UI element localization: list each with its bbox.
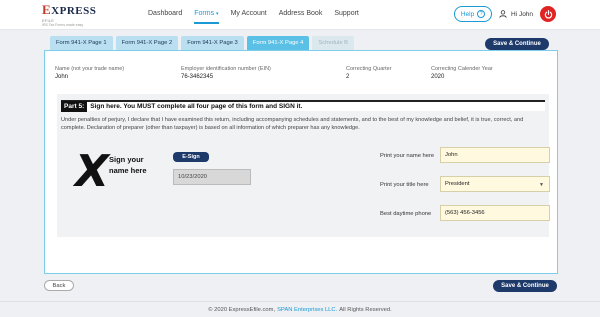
save-continue-button-top[interactable]: Save & Continue	[485, 38, 549, 50]
form-tabs: Form 941-X Page 1 Form 941-X Page 2 Form…	[50, 36, 355, 50]
perjury-statement: Under penalties of perjury, I declare th…	[61, 117, 524, 131]
info-name: Name (not your trade name) John	[55, 66, 124, 80]
save-continue-button-bottom[interactable]: Save & Continue	[493, 280, 557, 292]
question-icon: ?	[477, 10, 486, 18]
e-sign-button[interactable]: E-Sign	[173, 152, 209, 162]
info-ein-value: 76-3462345	[181, 74, 214, 80]
footer-copyright: © 2020 ExpressEfile.com,	[208, 306, 276, 313]
footer-company-link[interactable]: SPAN Enterprises LLC.	[277, 307, 337, 313]
user-menu[interactable]: Hi John	[499, 10, 533, 18]
daytime-phone-label: Best daytime phone	[380, 211, 432, 217]
nav-dashboard[interactable]: Dashboard	[148, 10, 182, 24]
daytime-phone-input[interactable]: (563) 456-3456	[440, 205, 550, 221]
nav-my-account[interactable]: My Account	[231, 10, 267, 24]
info-quarter-value: 2	[346, 74, 350, 80]
top-bar: EXPRESS EFILE IRS Tax Forms made easy Da…	[0, 0, 600, 30]
part5-section: Part 5: Sign here. You MUST complete all…	[57, 94, 550, 237]
nav-forms-label: Forms	[194, 10, 215, 17]
tab-page-1[interactable]: Form 941-X Page 1	[50, 36, 113, 50]
print-title-label: Print your title here	[380, 182, 429, 188]
tab-page-3[interactable]: Form 941-X Page 3	[181, 36, 244, 50]
info-quarter-label: Correcting Quarter	[346, 66, 392, 72]
help-button[interactable]: Help ?	[454, 6, 492, 22]
print-title-select[interactable]: President ▼	[440, 176, 550, 192]
info-name-label: Name (not your trade name)	[55, 66, 125, 72]
info-year-label: Correcting Calender Year	[431, 66, 493, 72]
dropdown-caret-icon: ▼	[539, 182, 544, 188]
sign-date-field: 10/23/2020	[173, 169, 251, 185]
back-button[interactable]: Back	[44, 280, 74, 291]
part5-label: Part 5:	[61, 101, 88, 112]
print-title-value: President	[445, 181, 470, 187]
tab-page-2[interactable]: Form 941-X Page 2	[115, 36, 179, 50]
sign-x-mark: X	[75, 146, 109, 197]
tab-page-4[interactable]: Form 941-X Page 4	[246, 36, 310, 50]
nav-support[interactable]: Support	[334, 10, 359, 24]
info-ein-label: Employer identification number (EIN)	[181, 66, 271, 72]
user-icon	[499, 10, 507, 18]
footer: © 2020 ExpressEfile.com, SPAN Enterprise…	[0, 301, 600, 317]
logo-text-rest: XPRESS	[51, 5, 97, 17]
sign-here-label: Sign your name here	[109, 155, 147, 175]
logout-button[interactable]	[540, 6, 556, 22]
info-quarter: Correcting Quarter 2	[346, 66, 392, 80]
footer-rights: All Rights Reserved.	[339, 306, 392, 313]
logo-text: EXPRESS	[42, 2, 97, 17]
power-icon	[544, 9, 552, 18]
chevron-down-icon: ▾	[216, 11, 219, 17]
part5-header: Part 5: Sign here. You MUST complete all…	[61, 100, 545, 112]
nav-address-book[interactable]: Address Book	[279, 10, 323, 24]
help-label: Help	[460, 10, 475, 18]
user-greeting: Hi John	[511, 10, 534, 18]
logo-tagline: IRS Tax Forms made easy	[42, 23, 84, 27]
info-ein: Employer identification number (EIN) 76-…	[181, 66, 271, 80]
info-year-value: 2020	[431, 74, 445, 80]
part5-title: Sign here. You MUST complete all four pa…	[90, 103, 303, 110]
tab-schedule-b[interactable]: Schedule B	[312, 36, 355, 50]
info-name-value: John	[55, 74, 69, 80]
print-name-label: Print your name here	[380, 153, 435, 159]
main-nav: Dashboard Forms ▾ My Account Address Boo…	[148, 10, 359, 24]
print-name-input[interactable]: John	[440, 147, 550, 163]
nav-forms[interactable]: Forms ▾	[194, 10, 219, 24]
info-year: Correcting Calender Year 2020	[431, 66, 493, 80]
form-card: Name (not your trade name) John Employer…	[44, 50, 558, 274]
express-efile-logo[interactable]: EXPRESS EFILE IRS Tax Forms made easy	[42, 2, 97, 27]
